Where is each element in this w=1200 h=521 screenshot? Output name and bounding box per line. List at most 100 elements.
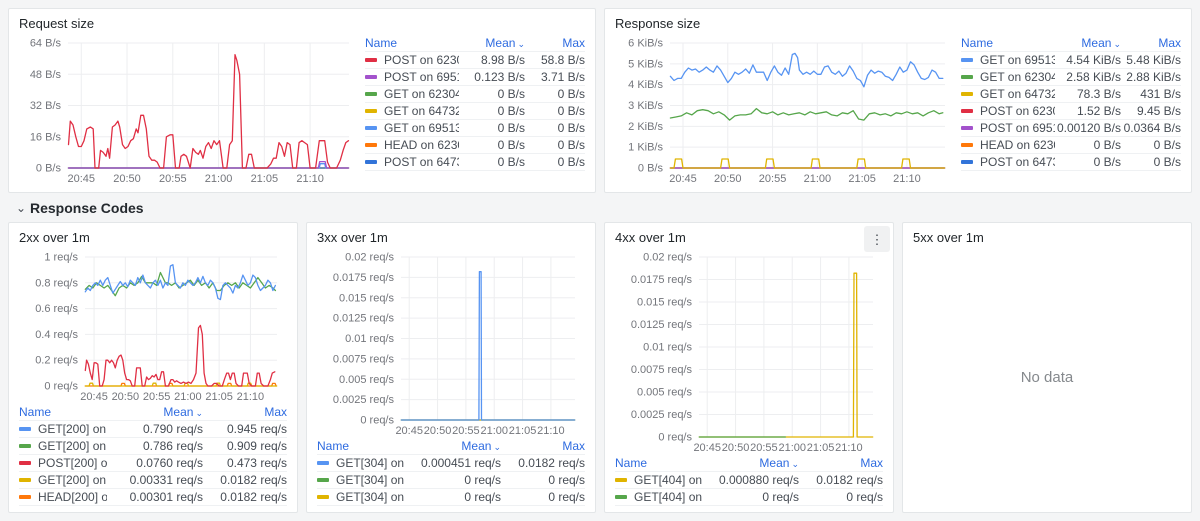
legend-series-label[interactable]: POST on 64732711_backend bbox=[365, 155, 459, 169]
legend-series-label[interactable]: GET[404] on 64732711_frontend bbox=[615, 490, 703, 504]
request-size-chart[interactable]: 0 B/s 16 B/s 32 B/s 48 B/s 64 B/s 20:45 20:50 2… bbox=[19, 35, 359, 186]
svg-text:4 KiB/s: 4 KiB/s bbox=[628, 79, 663, 91]
legend-col-mean[interactable]: Mean ⌄ bbox=[107, 405, 203, 419]
panel-response-size: Response size 0 B/s 1 KiB/s 2 KiB/s 3 KiB/s… bbox=[604, 8, 1192, 193]
chart-svg: 0 req/s 0.0025 req/s 0.005 req/s 0.0075 req… bbox=[631, 252, 874, 454]
legend-col-mean[interactable]: Mean ⌄ bbox=[459, 36, 525, 50]
panel-title-2xx[interactable]: 2xx over 1m bbox=[19, 227, 287, 249]
row-header-response-codes[interactable]: ⌄ Response Codes bbox=[12, 197, 1192, 219]
series-color-swatch bbox=[615, 495, 627, 499]
3xx-chart[interactable]: 0 req/s 0.0025 req/s 0.005 req/s 0.0075 req… bbox=[317, 249, 585, 438]
legend-max-value: 0 B/s bbox=[1153, 138, 1181, 152]
legend-mean-value: 4.54 KiB/s bbox=[1066, 53, 1121, 67]
panel-title-4xx[interactable]: 4xx over 1m bbox=[615, 227, 883, 249]
svg-text:2 KiB/s: 2 KiB/s bbox=[628, 121, 663, 133]
row-title: Response Codes bbox=[30, 200, 144, 216]
svg-text:21:05: 21:05 bbox=[205, 391, 233, 403]
legend-series-label[interactable]: POST on 62304468_web bbox=[365, 53, 459, 67]
response-size-chart[interactable]: 0 B/s 1 KiB/s 2 KiB/s 3 KiB/s 4 KiB/s 5 KiB/s… bbox=[615, 35, 955, 186]
legend-col-name[interactable]: Name bbox=[365, 36, 459, 50]
legend-series-label[interactable]: GET on 69513148_millaunet bbox=[961, 53, 1055, 67]
legend-series-label[interactable]: POST[200] on 62304468_web bbox=[19, 456, 107, 470]
series-color-swatch bbox=[19, 427, 31, 431]
legend-row: POST on 69513148_millaunet 0.123 B/s 3.71 … bbox=[365, 69, 585, 86]
legend-col-mean[interactable]: Mean ⌄ bbox=[1055, 36, 1121, 50]
legend-series-label[interactable]: GET[200] on 69513148_millaunet bbox=[19, 422, 107, 436]
legend-series-label[interactable]: HEAD[200] on 62304468_web bbox=[19, 490, 107, 504]
legend-series-label[interactable]: POST on 69513148_millaunet bbox=[365, 70, 459, 84]
legend-series-label[interactable]: GET on 69513148_millaunet bbox=[365, 121, 459, 135]
legend-series-label[interactable]: GET[304] on 64732711_frontend bbox=[317, 490, 405, 504]
legend-series-label[interactable]: GET[200] on 62304468_web bbox=[19, 439, 107, 453]
legend-col-mean[interactable]: Mean ⌄ bbox=[703, 456, 799, 470]
legend-series-label[interactable]: GET[304] on 69513148_millaunet bbox=[317, 456, 405, 470]
chart-svg: 0 req/s 0.0025 req/s 0.005 req/s 0.0075 req… bbox=[333, 252, 576, 437]
legend-mean-value: 78.3 B/s bbox=[1076, 87, 1121, 101]
legend-col-max[interactable]: Max bbox=[799, 456, 883, 470]
legend-series-label[interactable]: GET on 62304468_web bbox=[365, 87, 459, 101]
panel-4xx-over-1m: 4xx over 1m ⋮ 0 req/s 0.0025 req/s 0.005 r… bbox=[604, 222, 894, 513]
legend-series-label[interactable]: POST on 69513148_millaunet bbox=[961, 121, 1055, 135]
legend-col-max[interactable]: Max bbox=[203, 405, 287, 419]
legend-max-value: 0.0364 B/s bbox=[1123, 121, 1181, 135]
chart-svg: 0 req/s 0.2 req/s 0.4 req/s 0.6 req/s 0.8 re… bbox=[35, 252, 278, 403]
legend-series-label[interactable]: GET on 64732711_frontend bbox=[961, 87, 1055, 101]
legend-row: GET on 69513148_millaunet 0 B/s 0 B/s bbox=[365, 120, 585, 137]
legend-col-mean[interactable]: Mean ⌄ bbox=[405, 439, 501, 453]
panel-title-5xx[interactable]: 5xx over 1m bbox=[913, 227, 1181, 249]
svg-text:3 KiB/s: 3 KiB/s bbox=[628, 100, 663, 112]
legend-series-label[interactable]: GET[200] on 64732711_frontend bbox=[19, 473, 107, 487]
series-color-swatch bbox=[19, 444, 31, 448]
legend-row: HEAD on 62304468_web 0 B/s 0 B/s bbox=[961, 137, 1181, 154]
legend-col-name[interactable]: Name bbox=[961, 36, 1055, 50]
svg-text:0.0125 req/s: 0.0125 req/s bbox=[631, 319, 693, 331]
svg-text:0.01 req/s: 0.01 req/s bbox=[345, 333, 394, 345]
legend-series-label[interactable]: GET on 64732711_frontend bbox=[365, 104, 459, 118]
legend-max-value: 58.8 B/s bbox=[540, 53, 585, 67]
legend-max-value: 3.71 B/s bbox=[540, 70, 585, 84]
panel-title-request-size[interactable]: Request size bbox=[19, 13, 585, 35]
chart-svg: 0 B/s 1 KiB/s 2 KiB/s 3 KiB/s 4 KiB/s 5 KiB/s… bbox=[628, 38, 946, 185]
legend-row: POST[200] on 62304468_web 0.0760 req/s 0.4… bbox=[19, 455, 287, 472]
svg-text:5 KiB/s: 5 KiB/s bbox=[628, 58, 663, 70]
legend-series-label[interactable]: GET on 62304468_web bbox=[961, 70, 1055, 84]
legend-series-label[interactable]: GET[304] on 62304468_web bbox=[317, 473, 405, 487]
legend-series-label[interactable]: HEAD on 62304468_web bbox=[365, 138, 459, 152]
legend-mean-value: 0 B/s bbox=[497, 87, 525, 101]
2xx-chart[interactable]: 0 req/s 0.2 req/s 0.4 req/s 0.6 req/s 0.8 re… bbox=[19, 249, 287, 404]
svg-text:0.0175 req/s: 0.0175 req/s bbox=[333, 272, 395, 284]
legend-col-max[interactable]: Max bbox=[501, 439, 585, 453]
panel-title-3xx[interactable]: 3xx over 1m bbox=[317, 227, 585, 249]
dashboard-row-top: Request size 0 B/s 16 B/s 32 B/s 48 B/s 64 B… bbox=[8, 8, 1192, 193]
svg-text:0.8 req/s: 0.8 req/s bbox=[35, 277, 78, 289]
no-data-message: No data bbox=[1020, 369, 1074, 386]
panel-title-response-size[interactable]: Response size bbox=[615, 13, 1181, 35]
legend-series-label[interactable]: POST on 64732711_backend bbox=[961, 155, 1055, 169]
legend-mean-value: 0 req/s bbox=[762, 490, 799, 504]
svg-text:0.005 req/s: 0.005 req/s bbox=[339, 374, 395, 386]
svg-text:1 req/s: 1 req/s bbox=[44, 252, 78, 264]
legend-series-label[interactable]: POST on 62304468_web bbox=[961, 104, 1055, 118]
4xx-chart[interactable]: 0 req/s 0.0025 req/s 0.005 req/s 0.0075 req… bbox=[615, 249, 883, 455]
legend-series-label[interactable]: GET[404] on 69513148_millaunet bbox=[615, 473, 703, 487]
kebab-menu-icon: ⋮ bbox=[870, 231, 884, 247]
legend-col-max[interactable]: Max bbox=[525, 36, 585, 50]
series-color-swatch bbox=[961, 75, 973, 79]
legend-mean-value: 0 B/s bbox=[497, 155, 525, 169]
legend-row: HEAD on 62304468_web 0 B/s 0 B/s bbox=[365, 137, 585, 154]
legend-col-name[interactable]: Name bbox=[615, 456, 703, 470]
legend-max-value: 0.473 req/s bbox=[226, 456, 287, 470]
chevron-down-icon[interactable]: ⌄ bbox=[12, 197, 30, 219]
legend-col-max[interactable]: Max bbox=[1121, 36, 1181, 50]
legend-mean-value: 0.123 B/s bbox=[474, 70, 525, 84]
legend-mean-value: 0 B/s bbox=[497, 121, 525, 135]
legend-col-name[interactable]: Name bbox=[317, 439, 405, 453]
grafana-dashboard: Request size 0 B/s 16 B/s 32 B/s 48 B/s 64 B… bbox=[0, 0, 1200, 521]
svg-text:21:00: 21:00 bbox=[778, 442, 806, 454]
svg-text:0.6 req/s: 0.6 req/s bbox=[35, 303, 78, 315]
legend-col-name[interactable]: Name bbox=[19, 405, 107, 419]
svg-text:20:50: 20:50 bbox=[424, 425, 452, 437]
legend-series-label[interactable]: HEAD on 62304468_web bbox=[961, 138, 1055, 152]
legend-mean-value: 2.58 KiB/s bbox=[1066, 70, 1121, 84]
svg-text:0 B/s: 0 B/s bbox=[36, 163, 62, 175]
